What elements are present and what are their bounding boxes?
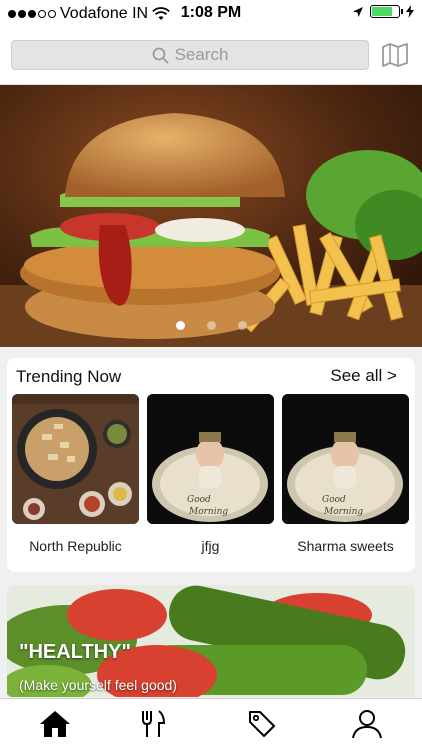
restaurant-name: North Republic	[29, 538, 122, 554]
tag-icon	[249, 711, 275, 737]
restaurant-image	[12, 394, 139, 524]
promo-carousel[interactable]	[0, 85, 422, 347]
healthy-title: "HEALTHY"	[19, 641, 131, 663]
burger-fries-image	[0, 85, 422, 347]
trending-item[interactable]: Good Morning jfjg	[147, 394, 274, 554]
restaurant-name: Sharma sweets	[297, 538, 394, 554]
charging-bolt-icon	[406, 5, 414, 18]
tab-home[interactable]	[38, 707, 72, 741]
home-icon	[40, 711, 70, 737]
carousel-dot[interactable]	[237, 321, 247, 330]
search-icon	[152, 47, 169, 64]
search-header: Search	[0, 28, 422, 85]
profile-icon	[352, 710, 382, 739]
trending-section: Trending Now See all > North Republic Go…	[7, 358, 415, 572]
status-bar: Vodafone IN 1:08 PM	[0, 0, 422, 28]
svg-text:Good: Good	[187, 495, 211, 505]
svg-text:Morning: Morning	[188, 507, 228, 517]
search-input[interactable]: Search	[11, 40, 369, 70]
tab-profile[interactable]	[350, 707, 384, 741]
map-icon[interactable]	[382, 43, 408, 67]
battery-icon	[370, 5, 403, 18]
tab-offers[interactable]	[245, 707, 279, 741]
carousel-pager[interactable]	[0, 321, 422, 330]
restaurant-name: jfjg	[201, 538, 220, 554]
trending-item[interactable]: North Republic	[12, 394, 139, 554]
restaurant-image: Good Morning	[282, 394, 409, 524]
trending-item[interactable]: Good Morning Sharma sweets	[282, 394, 409, 554]
tab-restaurants[interactable]	[136, 707, 170, 741]
restaurant-image: Good Morning	[147, 394, 274, 524]
carousel-dot[interactable]	[175, 321, 185, 330]
section-title: Trending Now	[16, 367, 122, 386]
location-arrow-icon	[353, 6, 363, 17]
see-all-link[interactable]: See all >	[330, 366, 397, 386]
healthy-subtitle: (Make yourself feel good)	[19, 677, 177, 693]
search-placeholder: Search	[174, 45, 229, 64]
carousel-dot[interactable]	[206, 321, 216, 330]
tab-bar	[0, 698, 422, 751]
svg-text:Morning: Morning	[323, 507, 363, 517]
fork-knife-icon	[142, 710, 166, 737]
svg-text:Good: Good	[322, 495, 346, 505]
healthy-banner[interactable]: "HEALTHY" (Make yourself feel good)	[7, 585, 415, 697]
